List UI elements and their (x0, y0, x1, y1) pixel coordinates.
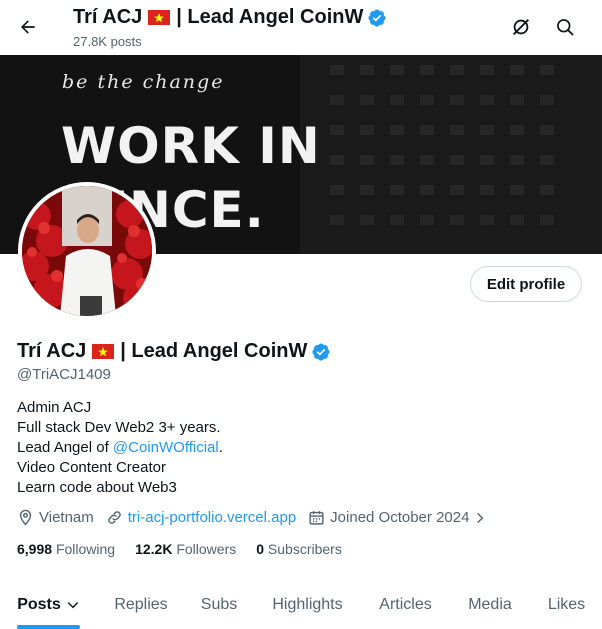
back-button[interactable] (12, 11, 44, 43)
website-item: tri-acj-portfolio.vercel.app (106, 509, 296, 526)
subscribers-label: Subscribers (267, 541, 342, 557)
tab-articles[interactable]: Articles (362, 580, 449, 629)
tab-posts[interactable]: Posts (0, 580, 97, 629)
subscribers-link[interactable]: 0 Subscribers (256, 541, 342, 557)
following-label: Following (55, 541, 116, 557)
tab-label: Replies (114, 595, 168, 613)
tab-label: Likes (547, 595, 586, 613)
joined-text: Joined October 2024 (330, 509, 470, 526)
bio-line: Lead Angel of @CoinWOfficial. (17, 438, 223, 458)
avatar-photo (22, 186, 152, 316)
verified-badge-icon (368, 8, 386, 27)
chevron-down-icon (67, 601, 78, 608)
banner-tagline: be the change (62, 71, 225, 93)
bio-text: Lead Angel of (17, 439, 113, 456)
tab-subs[interactable]: Subs (185, 580, 253, 629)
header-name-part2: | Lead Angel CoinW (176, 6, 364, 28)
followers-label: Followers (176, 541, 237, 557)
bio-line: Learn code about Web3 (17, 479, 177, 496)
top-bar: Trí ACJ | Lead Angel CoinW 27.8K posts (0, 0, 602, 55)
following-count: 6,998 (17, 541, 53, 557)
link-icon (107, 511, 121, 524)
followers-link[interactable]: 12.2K Followers (135, 541, 236, 557)
active-tab-indicator (17, 625, 80, 629)
location-pin-icon (19, 509, 32, 526)
profile-name-part2: | Lead Angel CoinW (120, 340, 308, 362)
following-link[interactable]: 6,998 Following (17, 541, 115, 557)
edit-profile-button[interactable]: Edit profile (470, 266, 582, 302)
tab-label: Posts (17, 595, 61, 613)
profile-bio: Admin ACJ Full stack Dev Web2 3+ years. … (17, 398, 223, 498)
avatar[interactable] (18, 182, 156, 320)
location-text: Vietnam (39, 509, 94, 526)
location-item: Vietnam (17, 509, 94, 526)
calendar-icon (309, 511, 324, 525)
profile-name-part1: Trí ACJ (17, 340, 87, 362)
grok-icon (513, 19, 529, 35)
header-title: Trí ACJ | Lead Angel CoinW (73, 6, 387, 29)
tab-replies[interactable]: Replies (97, 580, 185, 629)
posts-count: 27.8K posts (73, 34, 142, 49)
tab-label: Articles (379, 595, 432, 613)
profile-handle: @TriACJ1409 (17, 366, 111, 383)
search-button[interactable] (550, 12, 580, 42)
chevron-right-icon (477, 512, 484, 523)
tab-highlights[interactable]: Highlights (253, 580, 362, 629)
banner-headline-line1: WORK IN (61, 117, 321, 175)
profile-meta: Vietnam tri-acj-portfolio.vercel.app Joi… (17, 509, 499, 526)
mention-link[interactable]: @CoinWOfficial (113, 439, 219, 456)
profile-stats: 6,998 Following 12.2K Followers 0 Subscr… (17, 541, 362, 557)
bio-text: . (218, 439, 223, 456)
verified-badge-icon[interactable] (311, 342, 331, 362)
joined-item[interactable]: Joined October 2024 (308, 509, 487, 526)
tab-media[interactable]: Media (449, 580, 531, 629)
grok-button[interactable] (506, 12, 536, 42)
search-icon (557, 19, 574, 36)
website-link[interactable]: tri-acj-portfolio.vercel.app (128, 509, 296, 526)
header-name-part1: Trí ACJ (73, 6, 143, 28)
followers-count: 12.2K (135, 541, 173, 557)
vietnam-flag-icon (148, 10, 171, 25)
tab-label: Highlights (272, 595, 343, 613)
bio-line: Admin ACJ (17, 399, 92, 416)
back-arrow-icon (21, 20, 35, 34)
bio-line: Full stack Dev Web2 3+ years. (17, 419, 221, 436)
vietnam-flag-icon (92, 344, 115, 359)
tab-label: Media (468, 595, 512, 613)
profile-name: Trí ACJ | Lead Angel CoinW (17, 340, 331, 363)
subscribers-count: 0 (256, 541, 265, 557)
tab-likes[interactable]: Likes (531, 580, 602, 629)
tab-label: Subs (200, 595, 238, 613)
profile-tabs: Posts Replies Subs Highlights Articles M… (0, 580, 602, 629)
bio-line: Video Content Creator (17, 459, 166, 476)
